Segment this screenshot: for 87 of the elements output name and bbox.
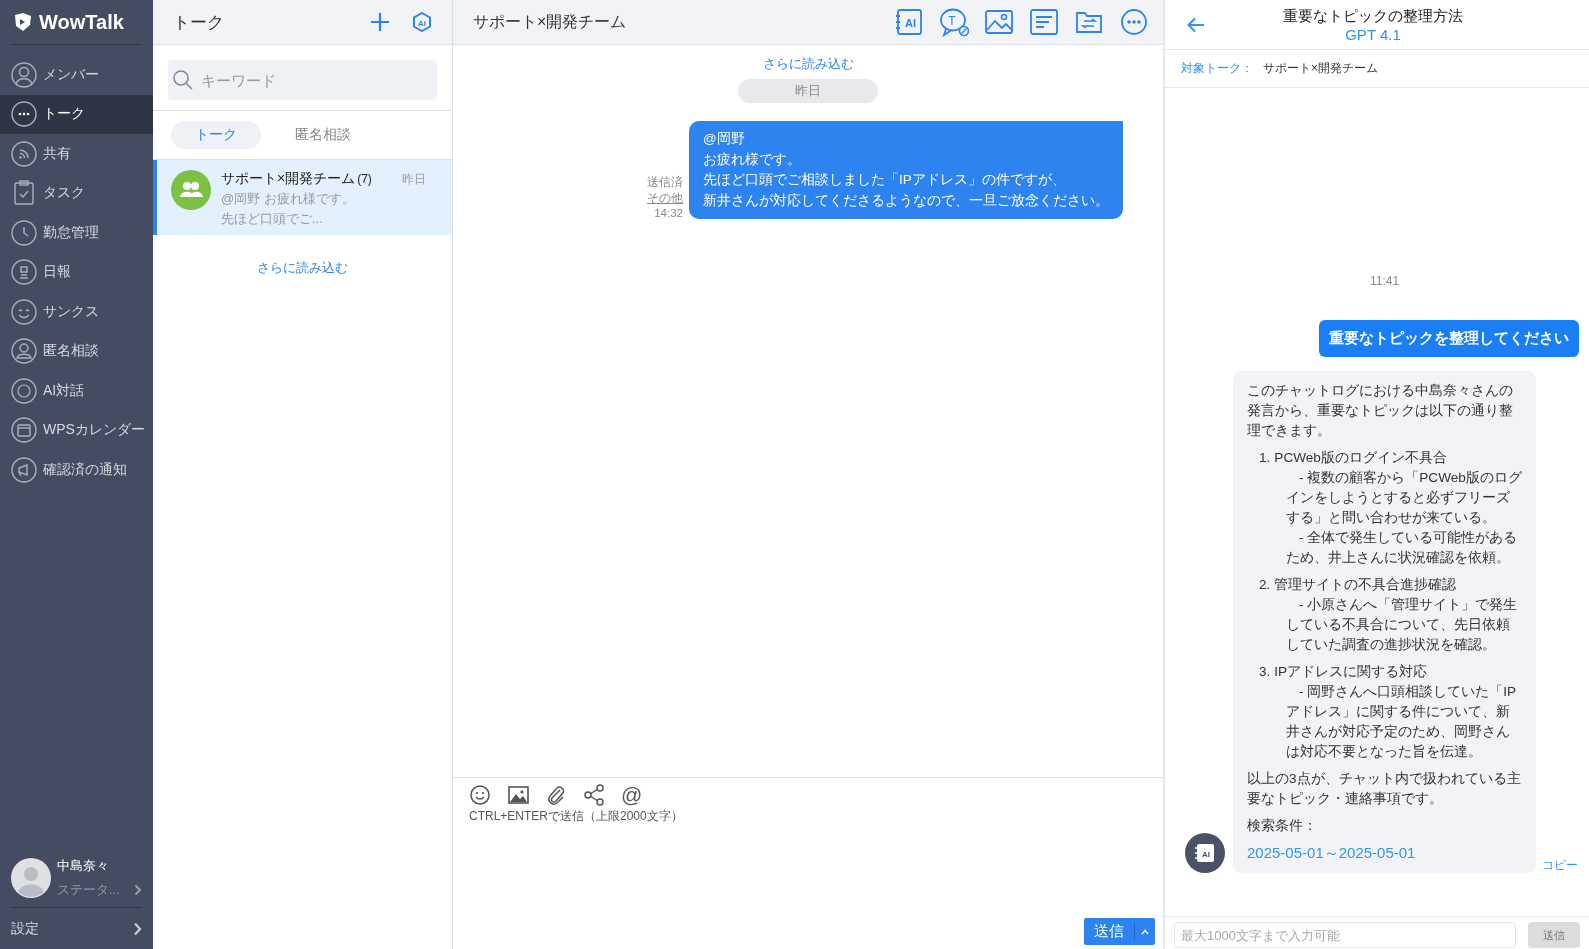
feed-icon <box>11 140 37 167</box>
chat-bubble-icon <box>11 101 37 128</box>
chevron-right-icon[interactable] <box>134 884 142 896</box>
person-icon <box>11 61 37 88</box>
list-number: 1. <box>1259 449 1271 467</box>
message-time: 11:41 <box>1369 274 1400 288</box>
nav-item[interactable]: タスク <box>0 173 153 213</box>
search-icon <box>172 69 194 91</box>
report-icon <box>11 259 37 286</box>
date-divider: 昨日 <box>738 79 878 103</box>
copy-link[interactable]: コピー <box>1542 858 1578 873</box>
answer-summary: 以上の3点が、チャット内で扱われている主要なトピック・連絡事項です。 <box>1247 770 1522 808</box>
message-status: 送信済 <box>647 175 683 190</box>
nav-item[interactable]: AI対話 <box>0 371 153 411</box>
nav-item[interactable]: 勤怠管理 <box>0 213 153 253</box>
date-range: 2025-05-01～2025-05-01 <box>1247 843 1417 863</box>
clock-icon <box>11 219 37 246</box>
plus-icon[interactable] <box>370 12 390 32</box>
smiley-icon <box>11 298 37 325</box>
ai-hexagon-icon[interactable]: AI <box>412 12 432 32</box>
nav-item[interactable]: メンバー <box>0 55 153 95</box>
share-icon[interactable] <box>583 784 605 806</box>
list-number: 3. <box>1259 663 1271 681</box>
back-arrow-icon[interactable] <box>1187 16 1205 33</box>
clipboard-icon <box>11 180 37 207</box>
calendar-icon <box>11 417 37 444</box>
settings-item[interactable]: 設定 <box>11 907 142 949</box>
tab[interactable]: トーク <box>171 121 261 149</box>
chat-title: サポート×開発チーム <box>473 11 628 32</box>
mention-button[interactable]: @ <box>621 784 643 806</box>
paperclip-icon[interactable] <box>545 784 567 806</box>
load-more-link[interactable]: さらに読み込む <box>257 259 348 277</box>
user-message-bubble: 重要なトピックを整理してください <box>1319 320 1579 357</box>
other-link[interactable]: その他 <box>647 191 683 206</box>
tab[interactable]: 匿名相談 <box>271 121 375 149</box>
conversation-time: 昨日 <box>402 171 426 188</box>
image-icon[interactable] <box>507 784 529 806</box>
conversation-name: サポート×開発チーム <box>221 170 356 188</box>
person-icon <box>11 338 37 365</box>
target-label: 対象トーク： <box>1181 60 1253 77</box>
nav-item[interactable]: サンクス <box>0 292 153 332</box>
nav-item[interactable]: 匿名相談 <box>0 331 153 371</box>
user-name: 中島奈々 <box>57 857 110 875</box>
message-preview: @岡野 お疲れ様です。 <box>221 190 356 208</box>
caret-up-icon <box>1141 928 1149 935</box>
conversation-item[interactable]: サポート×開発チーム(7) 昨日 @岡野 お疲れ様です。 先ほど口頭でご... <box>153 160 452 235</box>
chevron-right-icon <box>133 921 142 936</box>
megaphone-icon <box>11 456 37 483</box>
search-condition-label: 検索条件： <box>1247 817 1318 835</box>
message-time: 14:32 <box>654 207 683 219</box>
answer-intro: このチャットログにおける中島奈々さんの発言から、重要なトピックは以下の通り整理できます。 <box>1247 382 1514 440</box>
topic-title: IPアドレスに関する対応 <box>1274 663 1428 681</box>
message-bubble: @岡野 お疲れ様です。 先ほど口頭でご相談しました「IPアドレス」の件ですが、 新井さんが対応してくださるようなので、一旦ご放念ください。 <box>689 121 1123 219</box>
list-number: 2. <box>1259 576 1271 594</box>
text-lines-icon[interactable] <box>1029 7 1059 37</box>
topic-title: PCWeb版のログイン不具合 <box>1274 449 1447 467</box>
send-hint: CTRL+ENTERで送信（上限2000文字） <box>469 808 684 825</box>
load-more-link[interactable]: さらに読み込む <box>762 55 854 73</box>
more-icon[interactable] <box>1119 7 1149 37</box>
message-input[interactable]: 最大1000文字まで入力可能 <box>1174 922 1516 948</box>
unread-count: (7) <box>357 172 373 186</box>
topic-detail: - 全体で発生している可能性があるため、井上さんに状況確認を依頼。 <box>1285 529 1519 567</box>
panel-title: トーク <box>173 11 225 34</box>
topic-title: 管理サイトの不具合進捗確認 <box>1274 576 1457 594</box>
nav-item[interactable]: トーク <box>0 94 153 134</box>
nav-item[interactable]: 確認済の通知 <box>0 450 153 490</box>
nav-item[interactable]: WPSカレンダー <box>0 410 153 450</box>
target-name: サポート×開発チーム <box>1263 60 1378 77</box>
smiley-icon[interactable] <box>469 784 491 806</box>
nav-item[interactable]: 共有 <box>0 134 153 174</box>
image-icon[interactable] <box>984 7 1014 37</box>
topic-detail: - 複数の顧客から「PCWeb版のログインをしようとすると必ずフリーズする」と問い合わせが来ている。 <box>1285 469 1523 527</box>
ai-avatar-icon: AI <box>1185 833 1225 873</box>
topic-detail: - 小原さんへ「管理サイト」で発生している不具合について、先日依頼していた調査の進捗状況を確認。 <box>1285 596 1519 654</box>
group-avatar-icon <box>171 170 211 210</box>
topic-detail: - 岡野さんへ口頭相談していた「IPアドレス」に関する件について、新井さんが対応予定のため、岡野さんは対応不要となった旨を伝達。 <box>1285 683 1518 761</box>
model-name: GPT 4.1 <box>1345 25 1401 43</box>
settings-label: 設定 <box>11 919 39 938</box>
logo-icon <box>12 11 34 33</box>
message-preview: 先ほど口頭でご... <box>221 210 324 228</box>
panel-title: 重要なトピックの整理方法 <box>1283 6 1463 26</box>
avatar-silhouette <box>11 858 51 898</box>
send-button[interactable]: 送信 <box>1084 918 1155 945</box>
ai-note-icon[interactable]: AI <box>894 7 924 37</box>
logo-text: WowTalk <box>39 10 124 34</box>
nav-item[interactable]: 日報 <box>0 252 153 292</box>
search-field[interactable]: キーワード <box>168 60 437 100</box>
